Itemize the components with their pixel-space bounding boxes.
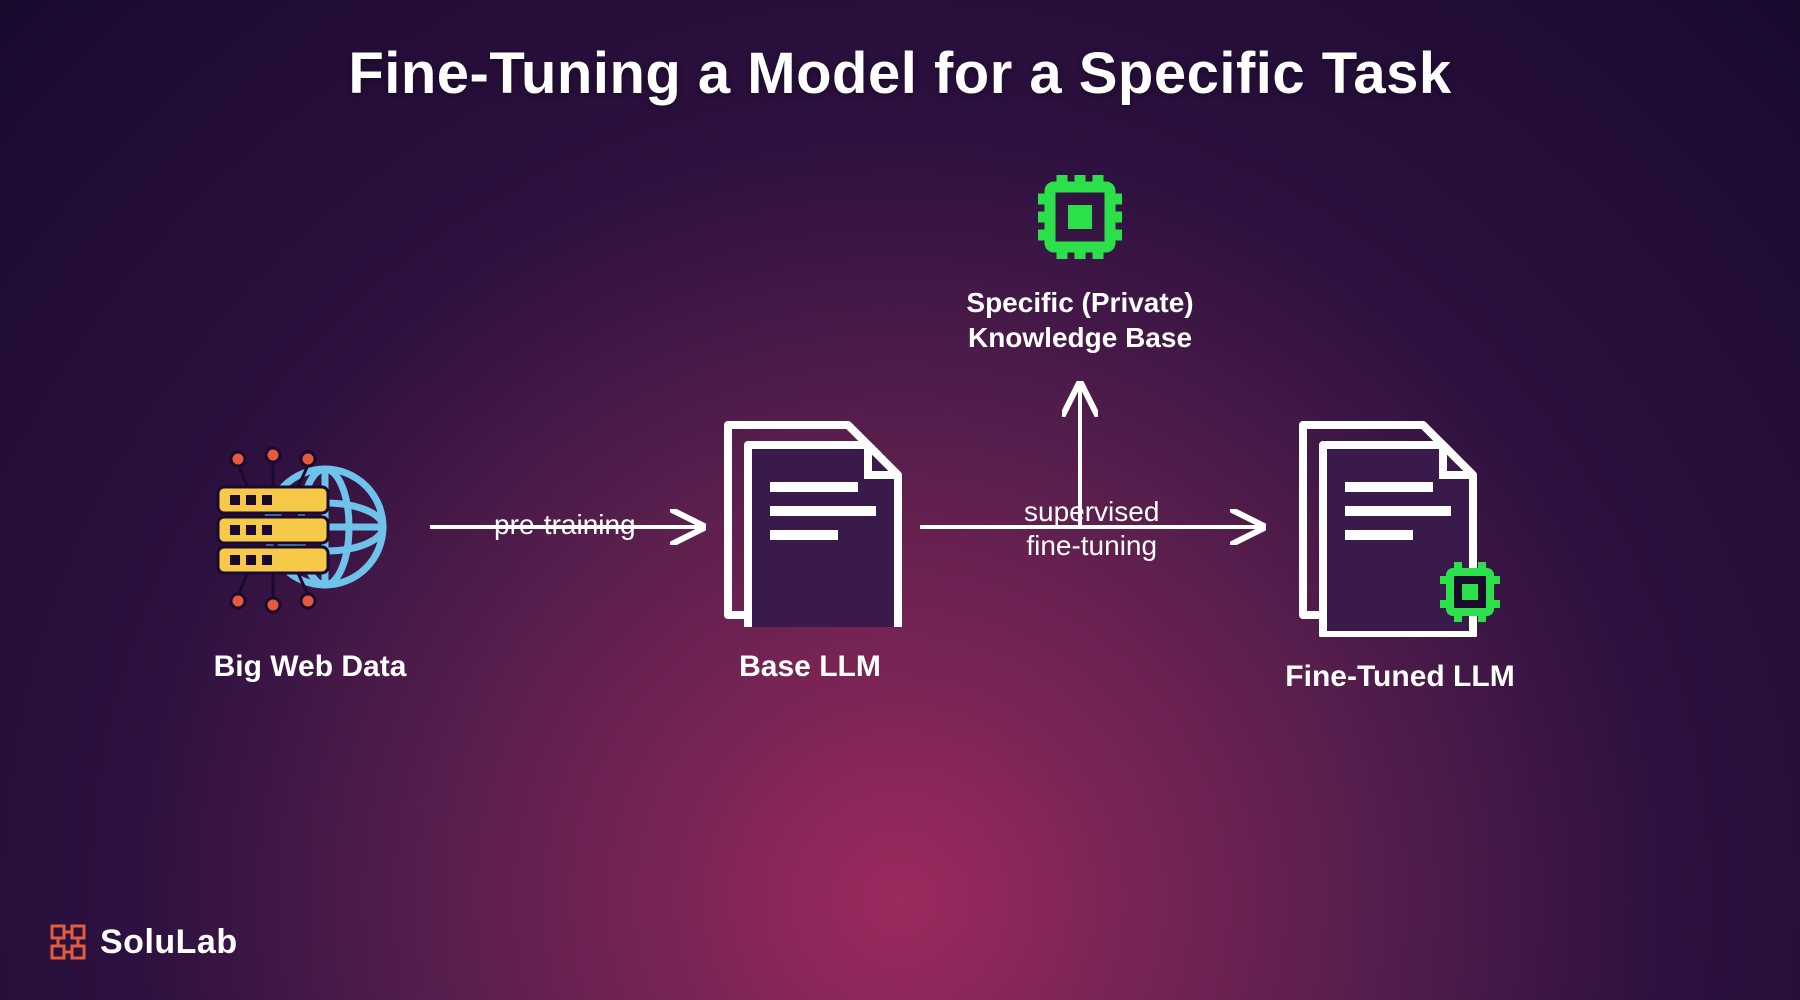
document-stack-icon [710,417,910,627]
diagram-title: Fine-Tuning a Model for a Specific Task [0,0,1800,107]
node-label-ft-llm: Fine-Tuned LLM [1270,660,1530,694]
node-base-llm: Base LLM [710,417,910,684]
brand-name: SoluLab [100,923,238,962]
node-knowledge-base: Specific (Private) Knowledge Base [930,157,1230,355]
node-fine-tuned-llm: Fine-Tuned LLM [1270,417,1530,694]
arrow-label-pretraining: pre-training [480,509,650,541]
web-data-icon [200,427,420,627]
document-chip-icon [1285,417,1515,637]
brand-logo-icon [48,922,88,962]
node-label-base-llm: Base LLM [710,650,910,684]
node-big-web-data: Big Web Data [190,427,430,684]
chip-icon [1020,157,1140,277]
diagram-stage: Big Web Data Base LLM [0,127,1800,847]
brand: SoluLab [48,922,238,962]
node-label-web-data: Big Web Data [190,650,430,684]
arrow-label-sft: supervised fine-tuning [1010,495,1173,562]
node-label-kb: Specific (Private) Knowledge Base [930,285,1230,355]
